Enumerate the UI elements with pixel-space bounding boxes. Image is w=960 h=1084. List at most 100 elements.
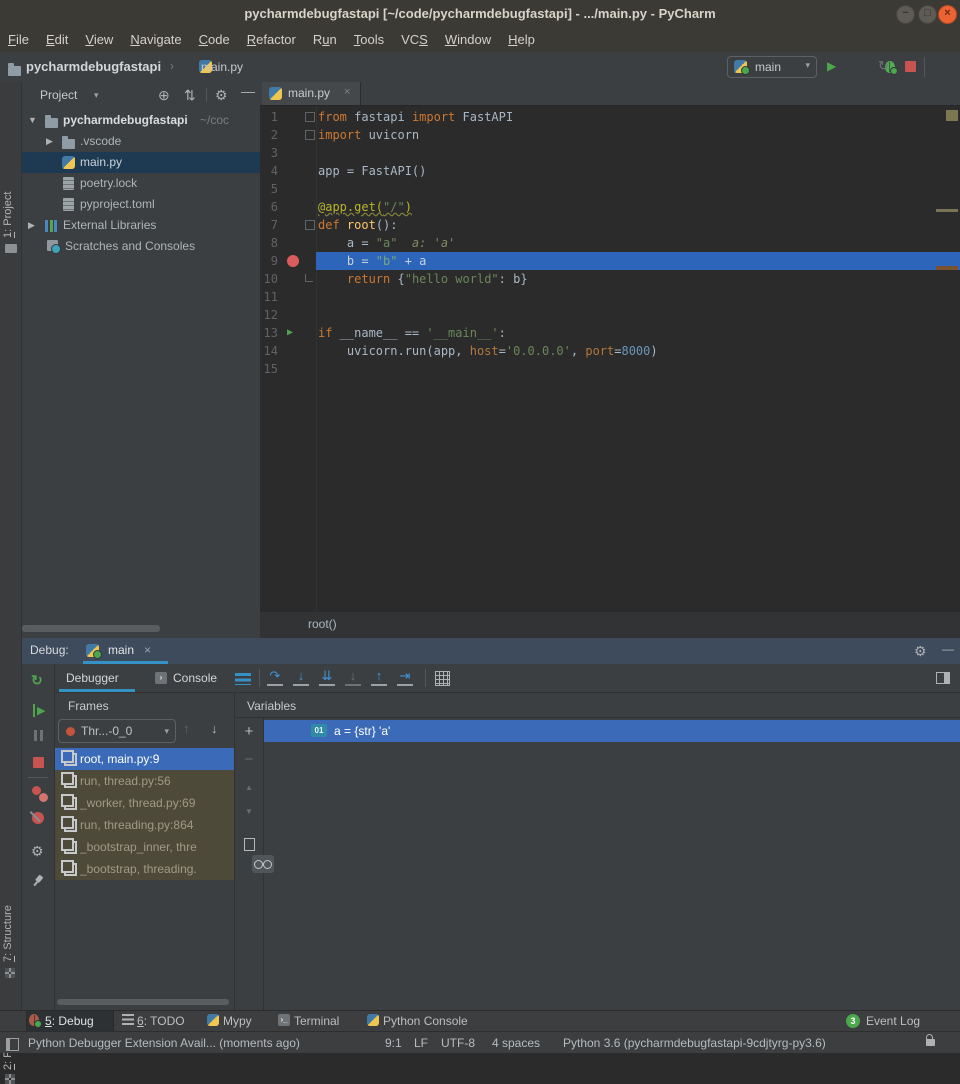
menu-help[interactable]: Help [508, 32, 535, 47]
tree-row-root[interactable]: ▼ pycharmdebugfastapi ~/coc [22, 110, 260, 131]
code-editor[interactable]: 1 from fastapi import FastAPI 2 import u… [260, 106, 960, 612]
debug-session-tab[interactable]: main [108, 643, 134, 657]
breadcrumb-scope[interactable]: root() [308, 617, 337, 631]
line-number[interactable]: 3 [260, 146, 278, 160]
hide-panel-icon[interactable]: — [942, 642, 954, 656]
gear-icon[interactable]: ⚙ [31, 843, 44, 859]
editor-tab-mainpy[interactable]: main.py × [262, 82, 361, 105]
horizontal-scrollbar[interactable] [22, 625, 160, 632]
fold-marker-icon[interactable] [305, 220, 315, 230]
tool-button-structure[interactable]: 7: Structure [2, 874, 14, 962]
line-number[interactable]: 12 [260, 308, 278, 322]
line-number[interactable]: 4 [260, 164, 278, 178]
gear-icon[interactable]: ⚙ [914, 643, 927, 659]
chevron-expanded-icon[interactable]: ▼ [28, 115, 37, 125]
line-number[interactable]: 1 [260, 110, 278, 124]
menu-vcs[interactable]: VCS [401, 32, 428, 47]
step-into-icon[interactable]: ↓ [293, 668, 309, 686]
locate-file-icon[interactable]: ⊕ [158, 87, 170, 103]
run-to-cursor-icon[interactable]: ⇥ [397, 668, 413, 686]
frame-row[interactable]: _worker, thread.py:69 [55, 792, 234, 814]
line-number[interactable]: 2 [260, 128, 278, 142]
line-number[interactable]: 6 [260, 200, 278, 214]
line-number[interactable]: 13 [260, 326, 278, 340]
thread-select[interactable]: Thr...-0_0 ▾ [58, 719, 176, 743]
close-icon[interactable]: × [144, 643, 151, 657]
horizontal-scrollbar[interactable] [57, 999, 229, 1005]
layout-menu-icon[interactable] [235, 673, 251, 685]
code-line[interactable]: 7 def root(): [260, 216, 960, 234]
tree-row-poetry[interactable]: poetry.lock [22, 173, 260, 194]
tree-row-scratches[interactable]: Scratches and Consoles [22, 236, 260, 257]
line-ending[interactable]: LF [414, 1036, 428, 1050]
move-up-icon[interactable]: ▲ [235, 783, 263, 792]
gear-icon[interactable]: ⚙ [215, 87, 228, 103]
code-line[interactable]: 6 @app.get("/") [260, 198, 960, 216]
fold-marker-icon[interactable] [305, 130, 315, 140]
maximize-button[interactable]: □ [918, 5, 937, 24]
status-message[interactable]: Python Debugger Extension Avail... (mome… [28, 1036, 300, 1050]
menu-code[interactable]: Code [199, 32, 230, 47]
stop-button[interactable] [905, 61, 916, 72]
code-line[interactable]: 8 a = "a" a: 'a' [260, 234, 960, 252]
duplicate-watch-icon[interactable] [244, 838, 255, 851]
variable-row[interactable]: 01 a = {str} 'a' [264, 720, 960, 742]
coverage-button[interactable]: ↻ [878, 58, 889, 74]
menu-run[interactable]: Run [313, 32, 337, 47]
file-encoding[interactable]: UTF-8 [441, 1036, 475, 1050]
fold-marker-icon[interactable] [305, 112, 315, 122]
menu-edit[interactable]: Edit [46, 32, 68, 47]
menu-navigate[interactable]: Navigate [130, 32, 181, 47]
inspection-status-marker[interactable] [946, 110, 958, 121]
menu-refactor[interactable]: Refactor [247, 32, 296, 47]
toolwindow-toggle-icon[interactable] [6, 1038, 19, 1051]
hide-panel-icon[interactable]: — [241, 83, 255, 99]
step-into-my-code-icon[interactable]: ⇊ [319, 668, 335, 686]
run-configuration-select[interactable]: main ▾ [727, 56, 817, 78]
tree-row-pyproject[interactable]: pyproject.toml [22, 194, 260, 215]
tree-row-vscode[interactable]: ▶ .vscode [22, 131, 260, 152]
code-line[interactable]: 10 return {"hello world": b} [260, 270, 960, 288]
show-watches-icon[interactable] [252, 855, 274, 873]
fold-end-marker-icon[interactable] [305, 274, 313, 282]
rerun-icon[interactable]: ↻ [31, 672, 43, 689]
line-number[interactable]: 11 [260, 290, 278, 304]
caret-position[interactable]: 9:1 [385, 1036, 402, 1050]
close-button[interactable]: × [938, 5, 957, 24]
view-breakpoints-icon-2[interactable] [38, 792, 49, 803]
tab-console[interactable]: Console [173, 671, 217, 685]
tab-debugger[interactable]: Debugger [66, 671, 119, 685]
code-line[interactable]: 2 import uvicorn [260, 126, 960, 144]
line-number[interactable]: 7 [260, 218, 278, 232]
minimize-button[interactable]: − [896, 5, 915, 24]
resume-program-icon[interactable]: ▶ [33, 704, 45, 717]
code-line[interactable]: 15 [260, 360, 960, 378]
step-out-icon[interactable]: ↑ [371, 668, 387, 686]
line-number[interactable]: 9 [260, 254, 278, 268]
line-number[interactable]: 14 [260, 344, 278, 358]
menu-file[interactable]: File [8, 32, 29, 47]
force-step-into-icon[interactable]: ↓ [345, 668, 361, 686]
line-number[interactable]: 10 [260, 272, 278, 286]
line-number[interactable]: 5 [260, 182, 278, 196]
breadcrumb-project[interactable]: pycharmdebugfastapi [26, 59, 161, 74]
project-panel-title[interactable]: Project [40, 88, 77, 102]
code-line-execution-point[interactable]: 9 b = "b" + a [260, 252, 960, 270]
breakpoint-stripe-marker[interactable] [936, 266, 958, 270]
run-line-icon[interactable]: ▶ [287, 327, 293, 338]
evaluate-expression-icon[interactable] [435, 671, 450, 686]
code-line[interactable]: 14 uvicorn.run(app, host='0.0.0.0', port… [260, 342, 960, 360]
tree-row-mainpy[interactable]: main.py [22, 152, 260, 173]
frame-row[interactable]: _bootstrap_inner, thre [55, 836, 234, 858]
error-stripe-marker[interactable] [936, 209, 958, 212]
breakpoint-icon[interactable] [287, 255, 299, 267]
pause-icon[interactable] [34, 730, 43, 741]
menu-view[interactable]: View [85, 32, 113, 47]
frame-row[interactable]: _bootstrap, threading. [55, 858, 234, 880]
remove-watch-icon[interactable]: − [235, 751, 263, 768]
code-line[interactable]: 13 ▶ if __name__ == '__main__': [260, 324, 960, 342]
next-frame-icon[interactable]: ↓ [211, 721, 218, 736]
menu-window[interactable]: Window [445, 32, 491, 47]
run-button[interactable]: ▶ [827, 59, 836, 73]
breadcrumb-file[interactable]: main.py [201, 60, 243, 74]
